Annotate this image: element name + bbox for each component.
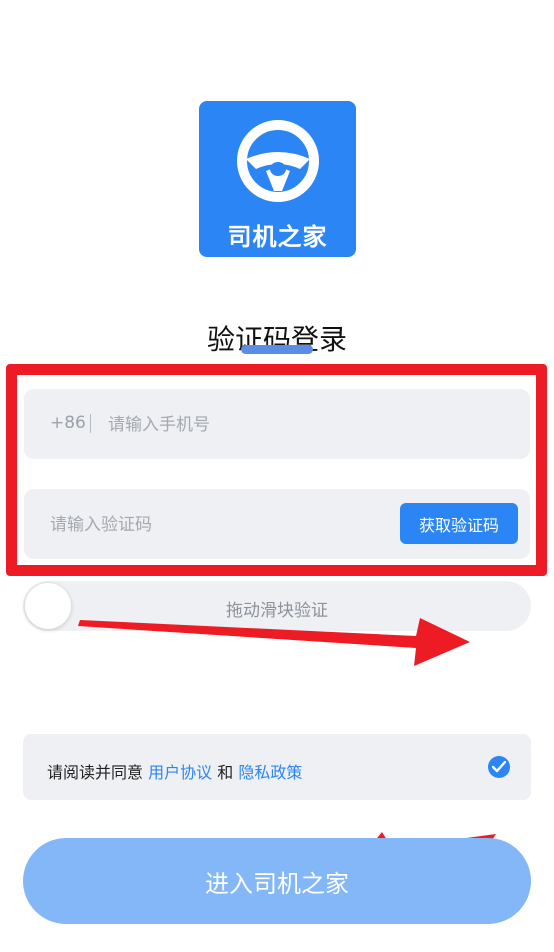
agreement-conjunction: 和 [217,763,234,782]
privacy-policy-link[interactable]: 隐私政策 [238,763,302,782]
agreement-prefix: 请阅读并同意 [47,763,144,782]
check-icon [492,761,506,773]
agreement-row: 请阅读并同意 用户协议 和 隐私政策 [23,734,531,800]
agreement-checkbox[interactable] [488,756,510,778]
user-agreement-link[interactable]: 用户协议 [148,763,212,782]
agreement-text: 请阅读并同意 用户协议 和 隐私政策 [47,759,302,783]
annotation-arrow-slider [78,618,470,666]
annotation-arrows [78,618,496,878]
submit-button[interactable]: 进入司机之家 [23,838,531,924]
